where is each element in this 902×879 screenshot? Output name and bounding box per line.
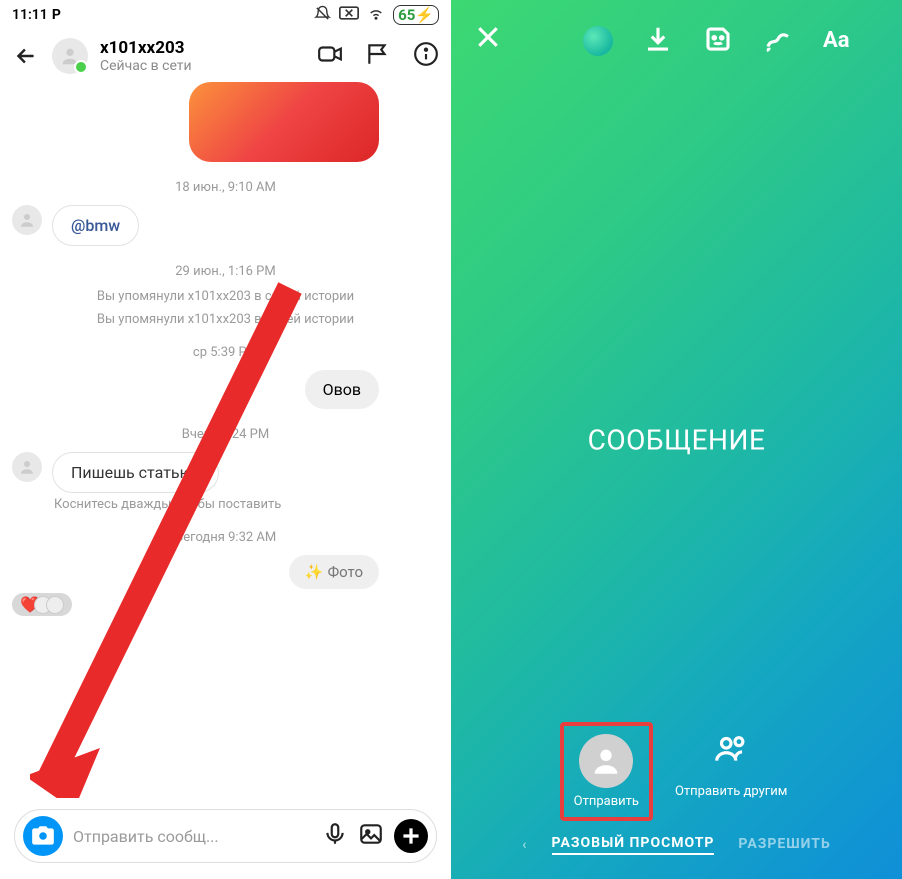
composer-input[interactable]: Отправить сообщ...: [73, 827, 312, 846]
story-tabs: ‹ РАЗОВЫЙ ПРОСМОТР РАЗРЕШИТЬ: [522, 835, 831, 855]
timestamp: Вчера 9:24 PM: [12, 427, 439, 442]
timestamp: Сегодня 9:32 AM: [12, 530, 439, 545]
tab-allow[interactable]: РАЗРЕШИТЬ: [738, 836, 830, 854]
send-label: Отправить: [574, 794, 639, 809]
outgoing-message[interactable]: Овов: [305, 370, 379, 409]
header-avatar[interactable]: [52, 38, 88, 74]
group-icon: [711, 728, 751, 768]
plus-button[interactable]: [394, 819, 428, 853]
wifi-icon: [367, 4, 385, 26]
back-button[interactable]: [12, 42, 40, 70]
timestamp: ср 5:39 PM: [12, 345, 439, 360]
send-others[interactable]: Отправить другим: [675, 728, 787, 799]
recipient-avatar: [579, 734, 633, 788]
video-call-icon[interactable]: [317, 41, 343, 71]
power-box-icon: [339, 6, 359, 24]
chevron-left-icon[interactable]: ‹: [522, 837, 527, 853]
timestamp: 29 июн., 1:16 PM: [12, 264, 439, 279]
camera-button[interactable]: [23, 816, 63, 856]
mic-icon[interactable]: [322, 821, 348, 851]
close-icon[interactable]: [473, 22, 503, 59]
draw-icon[interactable]: [763, 24, 793, 58]
dnd-icon: [314, 5, 331, 26]
color-picker-icon[interactable]: [583, 26, 613, 56]
flag-icon[interactable]: [365, 41, 391, 71]
story-toolbar: Aa: [451, 0, 902, 81]
reaction-row[interactable]: ❤️: [12, 593, 379, 616]
msg-avatar[interactable]: [12, 452, 42, 482]
info-icon[interactable]: [413, 41, 439, 71]
story-text[interactable]: СООБЩЕНИЕ: [588, 423, 766, 456]
double-tap-hint: Коснитесь дважды, чтобы поставить: [54, 497, 439, 512]
system-message: Вы упомянули x101xx203 в своей истории: [12, 312, 439, 327]
gallery-icon[interactable]: [358, 821, 384, 851]
user-block[interactable]: x101xx203 Сейчас в сети: [100, 38, 192, 74]
username: x101xx203: [100, 38, 192, 58]
text-tool-icon[interactable]: Aa: [823, 28, 850, 53]
system-message: Вы упомянули x101xx203 в своей истории: [12, 289, 439, 304]
app-indicator-icon: P: [52, 7, 61, 23]
timestamp: 18 июн., 9:10 AM: [12, 180, 439, 195]
incoming-message[interactable]: Пишешь статью?: [52, 452, 219, 493]
tab-once-view[interactable]: РАЗОВЫЙ ПРОСМОТР: [552, 835, 715, 855]
message-composer[interactable]: Отправить сообщ...: [14, 809, 437, 863]
chat-header: x101xx203 Сейчас в сети: [0, 30, 451, 82]
photo-chip[interactable]: ✨ Фото: [289, 555, 379, 589]
send-others-label: Отправить другим: [675, 784, 787, 799]
sticker-icon[interactable]: [703, 24, 733, 58]
msg-avatar[interactable]: [12, 205, 42, 235]
sent-image-thumbnail[interactable]: [189, 82, 379, 162]
chat-body: 18 июн., 9:10 AM @bmw 29 июн., 1:16 PM В…: [0, 82, 451, 801]
clock: 11:11: [12, 7, 48, 23]
user-status: Сейчас в сети: [100, 58, 192, 74]
mention-message[interactable]: @bmw: [52, 205, 139, 246]
battery-indicator: 65⚡: [393, 5, 439, 25]
download-icon[interactable]: [643, 24, 673, 58]
status-bar: 11:11 P 65⚡: [0, 0, 451, 30]
send-recipient[interactable]: Отправить: [566, 728, 647, 815]
